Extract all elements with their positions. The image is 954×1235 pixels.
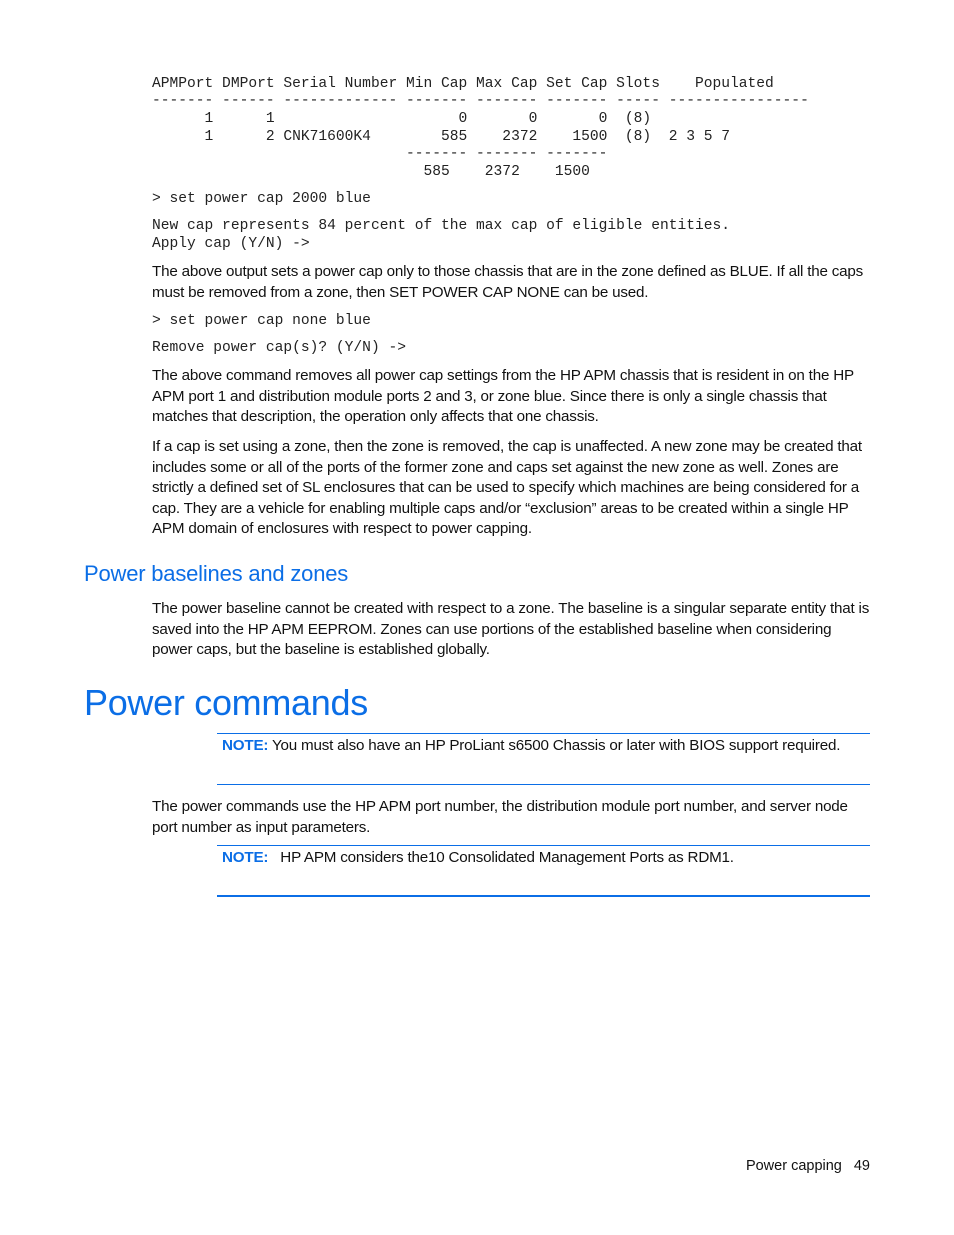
paragraph-power-commands: The power commands use the HP APM port n…: [152, 798, 848, 836]
footer-section-title: Power capping: [745, 1158, 842, 1174]
page-number: 49: [853, 1158, 870, 1174]
command-remove-cap: > set power cap none blue: [152, 313, 371, 329]
section-heading-baselines: Power baselines and zones: [84, 561, 349, 586]
note-bottom-rule: [217, 895, 870, 897]
table-total-separator: ------- ------- -------: [152, 146, 608, 162]
command-set-cap: > set power cap 2000 blue: [152, 191, 371, 207]
note-rdm: NOTE: HP APM considers the10 Consolidate…: [222, 849, 734, 866]
note-top-rule: [217, 733, 870, 734]
command-set-cap-response: New cap represents 84 percent of the max…: [152, 218, 731, 252]
note-text: HP APM considers the10 Consolidated Mana…: [268, 849, 734, 866]
table-totals-row: 585 2372 1500: [152, 164, 590, 180]
table-header: APMPort DMPort Serial Number Min Cap Max…: [152, 76, 774, 92]
note-label: NOTE:: [222, 737, 269, 754]
note-label: NOTE:: [222, 849, 269, 866]
note-bios: NOTE: You must also have an HP ProLiant …: [222, 737, 840, 754]
table-row: 1 2 CNK71600K4 585 2372 1500 (8) 2 3 5 7: [152, 129, 731, 145]
command-remove-cap-response: Remove power cap(s)? (Y/N) ->: [152, 340, 406, 356]
note-top-rule: [217, 845, 870, 846]
table-header-separator: ------- ------ ------------- ------- ---…: [152, 93, 809, 109]
section-heading-power-commands: Power commands: [84, 682, 368, 723]
paragraph-baselines: The power baseline cannot be created wit…: [152, 600, 870, 659]
paragraph-remove-cap: The above command removes all power cap …: [152, 367, 854, 426]
table-row: 1 1 0 0 0 (8): [152, 111, 652, 127]
note-bottom-rule: [217, 784, 870, 785]
paragraph-zone-cap: The above output sets a power cap only t…: [152, 263, 864, 301]
page-footer: Power capping 49: [746, 1158, 870, 1174]
note-text: You must also have an HP ProLiant s6500 …: [268, 737, 841, 754]
paragraph-zone-removal: If a cap is set using a zone, then the z…: [152, 438, 862, 538]
